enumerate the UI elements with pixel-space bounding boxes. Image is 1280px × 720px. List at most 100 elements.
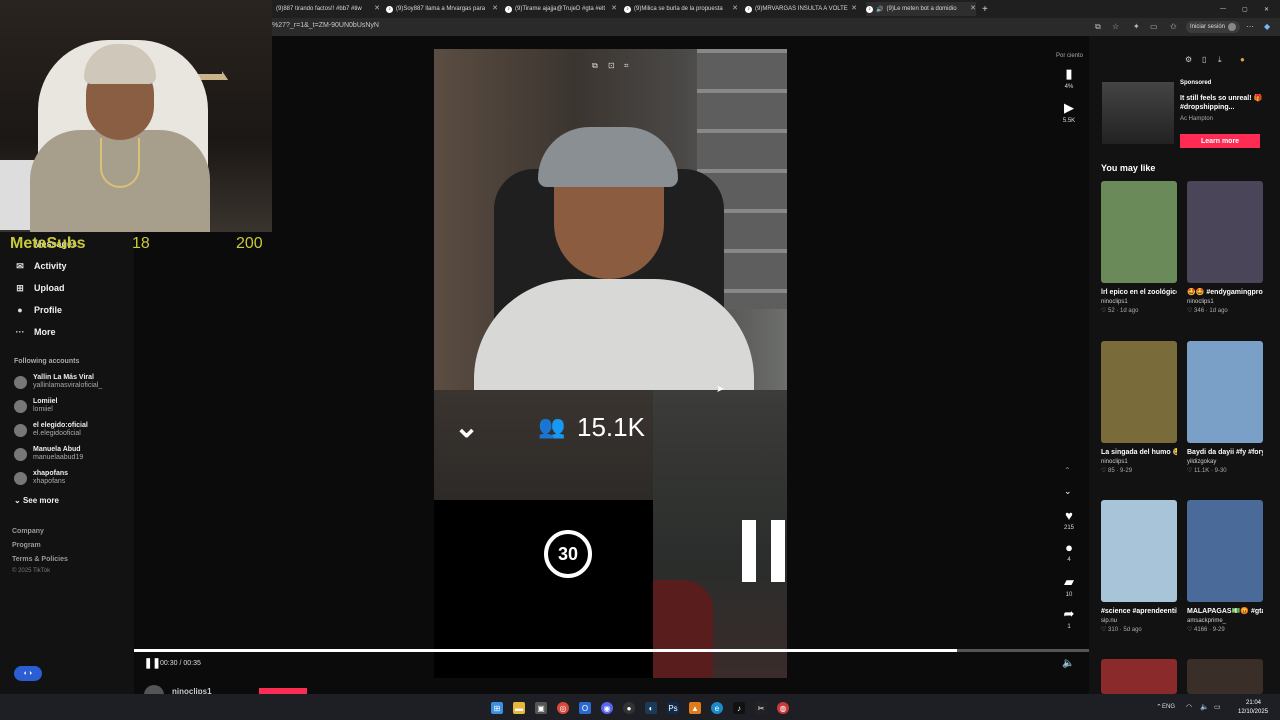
copilot-icon[interactable]: ◆ (1264, 22, 1270, 31)
browser-tab[interactable]: (9)887 tirando factos!! #bb7 #tiw ✕ (276, 2, 380, 16)
favorites-icon[interactable]: ✩ (1170, 22, 1177, 31)
signin-button[interactable]: Iniciar sesión (1186, 21, 1241, 33)
save-button[interactable]: ▰ 10 (1052, 574, 1086, 598)
close-window-icon[interactable]: ✕ (1264, 2, 1274, 16)
recommendation-card[interactable]: La singada del humo 😂😂😂 #domidio...ninoc… (1101, 341, 1177, 474)
see-more-button[interactable]: ⌄ See more (14, 496, 59, 505)
discord-icon[interactable]: ◉ (601, 702, 613, 714)
speaker-icon[interactable]: 🔊 (876, 6, 883, 13)
extensions-icon[interactable]: ✦ (1133, 22, 1140, 31)
vlc-icon[interactable]: ▲ (689, 702, 701, 714)
phone-icon[interactable]: ▯ (1202, 55, 1206, 64)
capcut-icon[interactable]: ✂ (755, 702, 767, 714)
sidebar-item-activity[interactable]: ✉ Activity (14, 258, 66, 274)
close-icon[interactable]: ✕ (851, 4, 857, 12)
following-account[interactable]: Lomiiel lomiiel (14, 396, 58, 416)
photoshop-icon[interactable]: Ps (667, 702, 679, 714)
chevron-up-icon[interactable]: ⌃ (1064, 466, 1071, 475)
video-bottom-right-feed (653, 390, 787, 678)
get-app-button[interactable]: ◐◑ (14, 666, 42, 681)
browser-tab[interactable]: ♪ (9)Soy887 llama a Mrvargas para ✕ (386, 2, 498, 16)
following-account[interactable]: Yallin La Más Viral yallinlamasviralofici… (14, 372, 102, 392)
ad-thumbnail[interactable] (1102, 82, 1174, 144)
pause-button[interactable]: ❚❚ (144, 658, 161, 669)
recommendation-card[interactable] (1187, 659, 1263, 694)
windows-start-icon[interactable]: ⊞ (491, 702, 503, 714)
chevron-down-icon[interactable]: ⌄ (1064, 486, 1072, 497)
following-account[interactable]: xhapofans xhapofans (14, 468, 68, 488)
mini-player-icon[interactable]: ⊡ (608, 61, 615, 70)
maximize-icon[interactable]: ▢ (1242, 2, 1252, 16)
ad-brand[interactable]: Ac Hampton (1180, 116, 1213, 122)
edge-icon[interactable]: e (711, 702, 723, 714)
close-icon[interactable]: ✕ (970, 4, 976, 12)
like-button[interactable]: ♥ 215 (1052, 508, 1086, 531)
translate-icon[interactable]: ⌗ (624, 61, 629, 71)
clock-time[interactable]: 21:04 (1246, 700, 1261, 706)
sidebar-item-more[interactable]: ··· More (14, 324, 56, 340)
profile-avatar-icon[interactable]: ● (1240, 55, 1245, 64)
speaker-icon[interactable]: 🔈 (1200, 703, 1209, 711)
chevron-down-icon: ⌄ (454, 411, 480, 444)
tiktok-icon[interactable]: ♪ (733, 702, 745, 714)
clock-date[interactable]: 12/10/2025 (1238, 709, 1268, 715)
recommendation-card[interactable] (1101, 659, 1177, 694)
sidebar-item-profile[interactable]: ● Profile (14, 302, 62, 318)
bookmark-star-icon[interactable]: ☆ (1112, 22, 1119, 31)
settings-icon[interactable]: ⚙ (1185, 55, 1192, 64)
recommendation-card[interactable]: 🤩🤩 #endygamingpro... ninoclips1 ♡ 346 · 1d… (1187, 181, 1263, 314)
recommendation-card[interactable]: #science #aprendeentiktok...sip.nu♡ 310 … (1101, 500, 1177, 633)
file-explorer-icon[interactable]: ▬ (513, 702, 525, 714)
chrome-icon[interactable]: ◎ (557, 702, 569, 714)
volume-icon[interactable]: 🔈 (1062, 658, 1074, 669)
new-tab-button[interactable]: + (982, 2, 992, 16)
footer-link-terms[interactable]: Terms & Policies (12, 556, 68, 563)
avatar (14, 375, 27, 389)
install-icon[interactable]: ⧉ (1095, 22, 1101, 32)
inbox-icon: ✉ (16, 260, 24, 271)
following-account[interactable]: Manuela Abud manuelaabud19 (14, 444, 83, 464)
share-button[interactable]: ➦ 1 (1052, 606, 1086, 630)
close-icon[interactable]: ✕ (374, 4, 380, 12)
chevron-up-icon[interactable]: ⌃ (1156, 703, 1162, 711)
browser-tab[interactable]: ♪ (9)Milica se burla de la propuesta ✕ (624, 2, 738, 16)
sidebar-item-upload[interactable]: ⊞ Upload (14, 280, 64, 296)
picture-in-picture-icon[interactable]: ⧉ (592, 61, 598, 71)
video-thumbnail (1101, 341, 1177, 443)
recommendation-card[interactable]: MALAPAGAS💵😡 #gta #ek #sbr...amsackprime_… (1187, 500, 1263, 633)
browser-tab[interactable]: ♪ (9)MRVARGAS INSULTA A VOLTE ✕ (745, 2, 857, 16)
battery-icon[interactable]: ▭ (1214, 703, 1221, 711)
learn-more-button[interactable]: Learn more (1180, 134, 1260, 148)
rewind-30-icon: 30 (544, 530, 592, 578)
stats-button[interactable]: ▮ 4% (1052, 66, 1086, 90)
app-icon[interactable]: ◍ (777, 702, 789, 714)
close-icon[interactable]: ✕ (492, 4, 498, 12)
steam-icon[interactable]: ◐ (645, 702, 657, 714)
wifi-icon[interactable]: ◠ (1186, 703, 1192, 711)
play-button[interactable]: ▶ 5.5K (1052, 100, 1086, 124)
close-icon[interactable]: ✕ (611, 4, 617, 12)
url-field[interactable]: %27?_r=1&_t=ZM-90UN0bUsNyN (272, 22, 379, 29)
minimize-icon[interactable]: — (1220, 2, 1230, 16)
footer-link-program[interactable]: Program (12, 542, 41, 549)
download-icon[interactable]: ⤓ (1218, 55, 1222, 65)
language-indicator[interactable]: ENG (1162, 704, 1175, 710)
close-icon[interactable]: ✕ (732, 4, 738, 12)
recommendation-card[interactable]: lrl epico en el zoológico 😂 ...ninoclips… (1101, 181, 1177, 314)
obs-icon[interactable]: ● (623, 702, 635, 714)
split-view-icon[interactable]: ▭ (1150, 22, 1158, 31)
menu-dots-icon[interactable]: ⋯ (1246, 22, 1254, 31)
store-icon[interactable]: ▣ (535, 702, 547, 714)
comment-button[interactable]: ● 4 (1052, 540, 1086, 563)
browser-tab-active[interactable]: ♪ 🔊 (9)Le meten bot a domidio ✕ (866, 2, 976, 16)
recommendation-card[interactable]: Baydi da dayii #fy #foryoupage...yildizg… (1187, 341, 1263, 474)
browser-tab[interactable]: ♪ (9)Tirame ajajja@TrujeD #gta #elt ✕ (505, 2, 617, 16)
ad-title[interactable]: It still feels so unreal! 🎁 #dropshippin… (1180, 94, 1268, 112)
outlook-icon[interactable]: O (579, 702, 591, 714)
footer-link-company[interactable]: Company (12, 528, 44, 535)
overlay-sub-label: MetaSubs (10, 235, 86, 252)
avatar (14, 471, 27, 485)
following-account[interactable]: el elegido:oficial el.elegidooficial (14, 420, 88, 440)
progress-bar[interactable] (134, 649, 1089, 652)
video-frame[interactable]: ⧉ ⊡ ⌗ ⌄ 👥 15.1K 30 (434, 49, 787, 678)
